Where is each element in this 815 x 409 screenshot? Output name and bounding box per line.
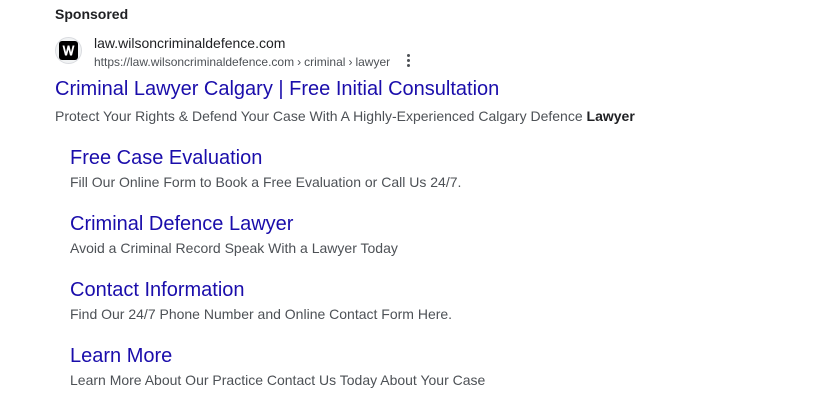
breadcrumb[interactable]: https://law.wilsoncriminaldefence.com › cr… [94,55,390,69]
ad-description-bold: Lawyer [586,108,635,124]
breadcrumb-segment: criminal [304,55,346,69]
favicon [55,37,82,64]
site-logo-icon [59,41,78,60]
ad-title-link[interactable]: Criminal Lawyer Calgary | Free Initial C… [55,76,499,102]
sitelink-item: Learn More Learn More About Our Practice… [70,343,670,389]
breadcrumb-separator: › [297,55,302,69]
ad-description-text: Protect Your Rights & Defend Your Case W… [55,108,583,124]
sitelink-item: Criminal Defence Lawyer Avoid a Criminal… [70,211,670,257]
breadcrumb-segment: lawyer [355,55,391,69]
ad-source[interactable]: law.wilsoncriminaldefence.com https://la… [55,35,455,70]
breadcrumb-domain: https://law.wilsoncriminaldefence.com [94,55,295,69]
sitelink-description: Fill Our Online Form to Book a Free Eval… [70,174,462,190]
more-vert-icon[interactable] [403,54,413,70]
sitelink-learn-more[interactable]: Learn More [70,343,670,369]
sponsored-label: Sponsored [55,6,129,22]
sitelink-description: Avoid a Criminal Record Speak With a Law… [70,240,398,256]
sitelink-criminal-defence-lawyer[interactable]: Criminal Defence Lawyer [70,211,670,237]
sitelink-item: Contact Information Find Our 24/7 Phone … [70,277,670,323]
breadcrumb-separator: › [348,55,353,69]
sitelink-description: Find Our 24/7 Phone Number and Online Co… [70,306,453,322]
ad-description: Protect Your Rights & Defend Your Case W… [55,107,635,125]
sitelink-free-case-evaluation[interactable]: Free Case Evaluation [70,145,670,171]
sitelink-description: Learn More About Our Practice Contact Us… [70,372,486,388]
sitelink-item: Free Case Evaluation Fill Our Online For… [70,145,670,191]
site-name[interactable]: law.wilsoncriminaldefence.com [94,35,285,52]
sitelink-contact-information[interactable]: Contact Information [70,277,670,303]
